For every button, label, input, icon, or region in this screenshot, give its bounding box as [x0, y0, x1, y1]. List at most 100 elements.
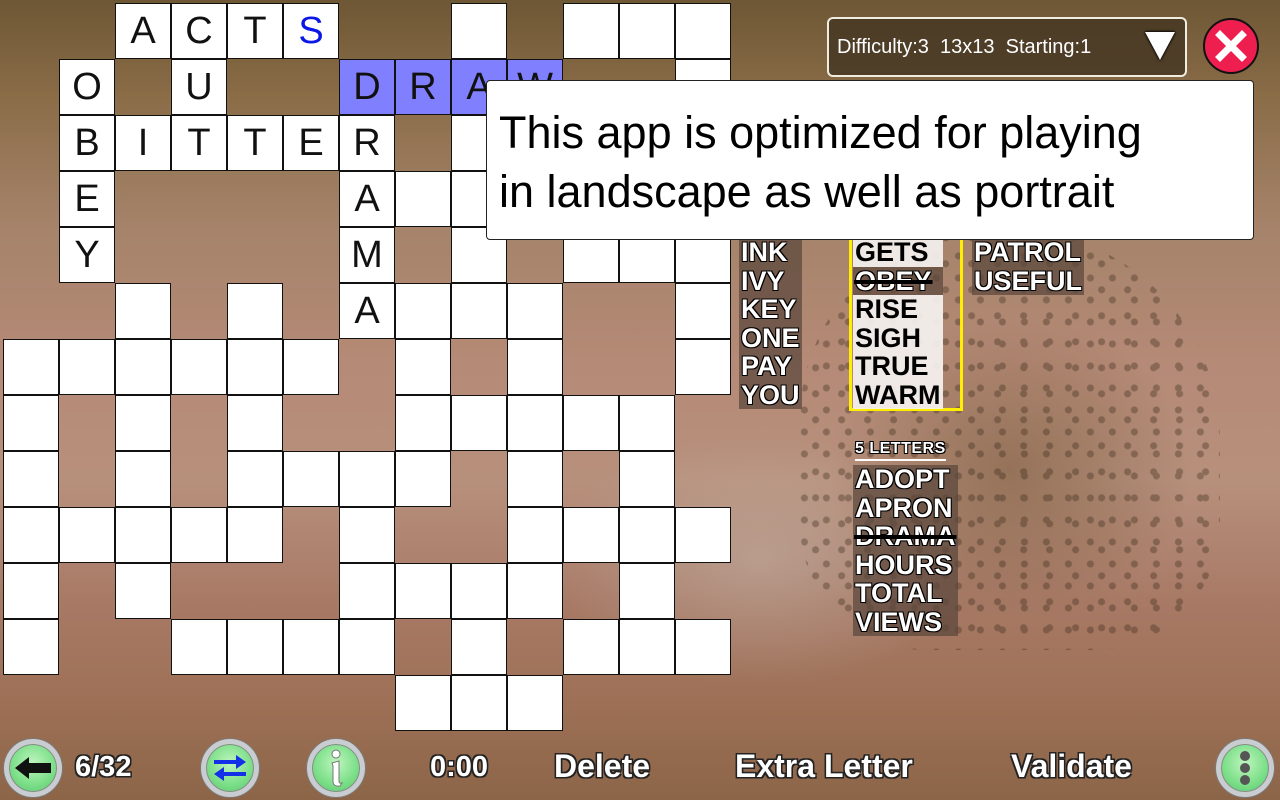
orientation-tip-dialog[interactable]: This app is optimized for playing in lan…: [486, 80, 1254, 240]
grid-cell[interactable]: [339, 507, 395, 563]
grid-cell[interactable]: [3, 395, 59, 451]
grid-cell[interactable]: [283, 339, 339, 395]
grid-cell[interactable]: [451, 563, 507, 619]
grid-cell[interactable]: [507, 563, 563, 619]
grid-cell[interactable]: [675, 507, 731, 563]
grid-cell[interactable]: [3, 507, 59, 563]
grid-cell[interactable]: [3, 619, 59, 675]
grid-cell[interactable]: A: [115, 3, 171, 59]
grid-cell[interactable]: E: [283, 115, 339, 171]
word-list-4-letters[interactable]: GETS OBEY RISE SIGH TRUE WARM: [853, 238, 943, 409]
grid-cell[interactable]: [227, 507, 283, 563]
grid-cell[interactable]: [283, 619, 339, 675]
grid-cell[interactable]: [451, 283, 507, 339]
grid-cell-selected[interactable]: R: [395, 59, 451, 115]
grid-cell[interactable]: [451, 395, 507, 451]
grid-cell[interactable]: [451, 3, 507, 59]
grid-cell[interactable]: [675, 619, 731, 675]
grid-cell[interactable]: Y: [59, 227, 115, 283]
grid-cell[interactable]: O: [59, 59, 115, 115]
grid-cell[interactable]: [339, 563, 395, 619]
grid-cell[interactable]: M: [339, 227, 395, 283]
grid-cell[interactable]: [675, 339, 731, 395]
grid-cell[interactable]: [395, 675, 451, 731]
grid-cell[interactable]: [619, 619, 675, 675]
grid-cell[interactable]: [115, 563, 171, 619]
grid-cell[interactable]: [507, 395, 563, 451]
close-button[interactable]: [1203, 18, 1259, 74]
grid-cell[interactable]: A: [339, 283, 395, 339]
grid-cell[interactable]: T: [171, 115, 227, 171]
grid-cell[interactable]: [451, 619, 507, 675]
grid-cell[interactable]: [619, 507, 675, 563]
grid-cell[interactable]: [507, 675, 563, 731]
grid-cell[interactable]: A: [339, 171, 395, 227]
puzzle-settings-dropdown[interactable]: Difficulty:3 13x13 Starting:1: [827, 17, 1187, 77]
grid-cell[interactable]: [171, 507, 227, 563]
grid-cell[interactable]: [115, 451, 171, 507]
puzzle-info-text: Difficulty:3 13x13 Starting:1: [837, 35, 1092, 58]
grid-cell[interactable]: [227, 619, 283, 675]
grid-cell[interactable]: [563, 3, 619, 59]
grid-cell[interactable]: [115, 395, 171, 451]
grid-cell[interactable]: [115, 283, 171, 339]
grid-cell[interactable]: [59, 339, 115, 395]
grid-cell[interactable]: [227, 451, 283, 507]
close-x-icon: [1215, 30, 1247, 62]
info-button[interactable]: [307, 739, 365, 797]
grid-cell[interactable]: I: [115, 115, 171, 171]
grid-cell[interactable]: [395, 171, 451, 227]
grid-cell[interactable]: [3, 563, 59, 619]
grid-cell[interactable]: S: [283, 3, 339, 59]
grid-cell[interactable]: [395, 451, 451, 507]
grid-cell[interactable]: [563, 507, 619, 563]
swap-button[interactable]: [201, 739, 259, 797]
grid-cell[interactable]: [3, 451, 59, 507]
grid-cell[interactable]: [507, 451, 563, 507]
grid-cell[interactable]: B: [59, 115, 115, 171]
back-button[interactable]: [4, 739, 62, 797]
grid-cell[interactable]: [507, 283, 563, 339]
grid-cell[interactable]: [59, 507, 115, 563]
grid-cell[interactable]: [563, 395, 619, 451]
grid-cell[interactable]: [395, 339, 451, 395]
grid-cell[interactable]: [115, 507, 171, 563]
grid-cell[interactable]: R: [339, 115, 395, 171]
grid-cell[interactable]: [395, 283, 451, 339]
grid-cell[interactable]: [339, 451, 395, 507]
grid-cell-selected[interactable]: D: [339, 59, 395, 115]
grid-cell[interactable]: [619, 3, 675, 59]
grid-cell[interactable]: [507, 507, 563, 563]
grid-cell[interactable]: [227, 395, 283, 451]
validate-button[interactable]: Validate: [1011, 748, 1132, 785]
word-item: INK: [741, 237, 788, 267]
grid-cell[interactable]: [619, 451, 675, 507]
grid-cell[interactable]: [171, 339, 227, 395]
grid-cell[interactable]: [227, 283, 283, 339]
word-item: ADOPT: [855, 464, 950, 494]
menu-button[interactable]: [1216, 739, 1274, 797]
grid-cell[interactable]: [171, 619, 227, 675]
grid-cell[interactable]: [227, 339, 283, 395]
grid-cell[interactable]: C: [171, 3, 227, 59]
grid-cell[interactable]: [283, 451, 339, 507]
grid-cell[interactable]: [115, 339, 171, 395]
grid-cell[interactable]: [675, 283, 731, 339]
grid-cell[interactable]: [619, 395, 675, 451]
delete-button[interactable]: Delete: [554, 748, 650, 785]
grid-cell[interactable]: [3, 339, 59, 395]
grid-cell[interactable]: [395, 395, 451, 451]
grid-cell[interactable]: T: [227, 115, 283, 171]
grid-cell[interactable]: [395, 563, 451, 619]
grid-cell[interactable]: [507, 339, 563, 395]
word-item: GETS: [853, 238, 943, 267]
grid-cell[interactable]: [619, 563, 675, 619]
grid-cell[interactable]: T: [227, 3, 283, 59]
grid-cell[interactable]: E: [59, 171, 115, 227]
grid-cell[interactable]: [339, 619, 395, 675]
grid-cell[interactable]: [563, 619, 619, 675]
grid-cell[interactable]: [451, 675, 507, 731]
extra-letter-button[interactable]: Extra Letter: [735, 748, 913, 785]
grid-cell[interactable]: [675, 3, 731, 59]
grid-cell[interactable]: U: [171, 59, 227, 115]
